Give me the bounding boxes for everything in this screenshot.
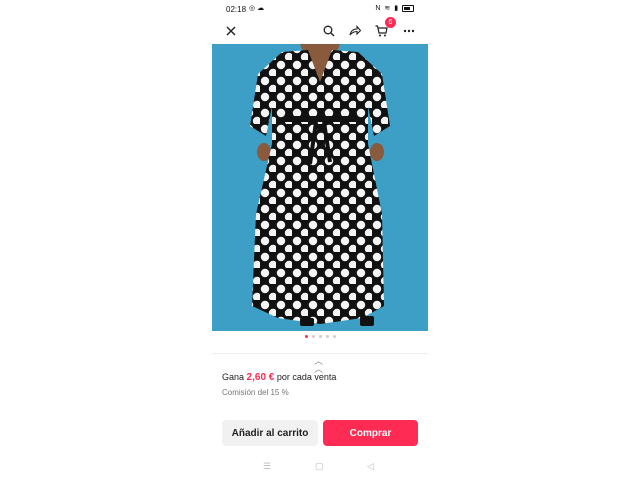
nfc-icon: N xyxy=(375,5,382,12)
cloud-icon: ☁ xyxy=(257,5,265,12)
commission-card[interactable]: ︿ ︿ Gana 2,60 € por cada venta Comisión d… xyxy=(212,353,428,412)
carousel-dot[interactable] xyxy=(318,335,322,338)
earn-text: Gana 2,60 € por cada venta xyxy=(222,372,336,383)
whatsapp-icon: ◎ xyxy=(249,5,256,12)
phone-screen: 02:18 ◎ ☁ N ≋ ▮ 6 ︿ ︿ Gana 2,60 € por ca… xyxy=(212,0,428,480)
product-photo xyxy=(250,44,390,326)
chevron-up-icon[interactable]: ︿ ︿ xyxy=(314,357,323,374)
share-icon[interactable] xyxy=(346,22,364,40)
more-icon[interactable] xyxy=(400,22,418,40)
earn-prefix: Gana xyxy=(222,372,245,382)
carousel-dot[interactable] xyxy=(332,335,336,338)
carousel-dot[interactable] xyxy=(311,335,315,338)
commission-rate: Comisión del 15 % xyxy=(222,388,289,397)
cart-badge: 6 xyxy=(385,17,396,28)
menu-icon[interactable]: ☰ xyxy=(263,461,271,472)
status-time: 02:18 xyxy=(226,5,247,14)
status-left-icons: ◎ ☁ xyxy=(249,4,264,12)
home-icon[interactable]: ▢ xyxy=(315,461,324,472)
system-nav-bar: ☰ ▢ ◁ xyxy=(212,458,428,476)
carousel-dot[interactable] xyxy=(325,335,329,338)
add-to-cart-button[interactable]: Añadir al carrito xyxy=(222,420,318,446)
close-icon[interactable] xyxy=(222,22,240,40)
product-image[interactable] xyxy=(212,44,428,331)
back-icon[interactable]: ◁ xyxy=(367,461,374,472)
search-icon[interactable] xyxy=(320,22,338,40)
carousel-indicator xyxy=(212,335,428,341)
carousel-dot[interactable] xyxy=(304,335,308,338)
status-bar: 02:18 ◎ ☁ N ≋ ▮ xyxy=(212,0,428,18)
signal-icon: ▮ xyxy=(394,5,400,12)
battery-icon xyxy=(402,4,414,12)
status-right-icons: N ≋ ▮ xyxy=(375,4,414,12)
earn-amount: 2,60 € xyxy=(246,372,275,383)
earn-suffix: por cada venta xyxy=(276,372,337,382)
buy-button[interactable]: Comprar xyxy=(323,420,418,446)
wifi-icon: ≋ xyxy=(384,5,392,12)
action-bar: Añadir al carrito Comprar xyxy=(212,420,428,446)
